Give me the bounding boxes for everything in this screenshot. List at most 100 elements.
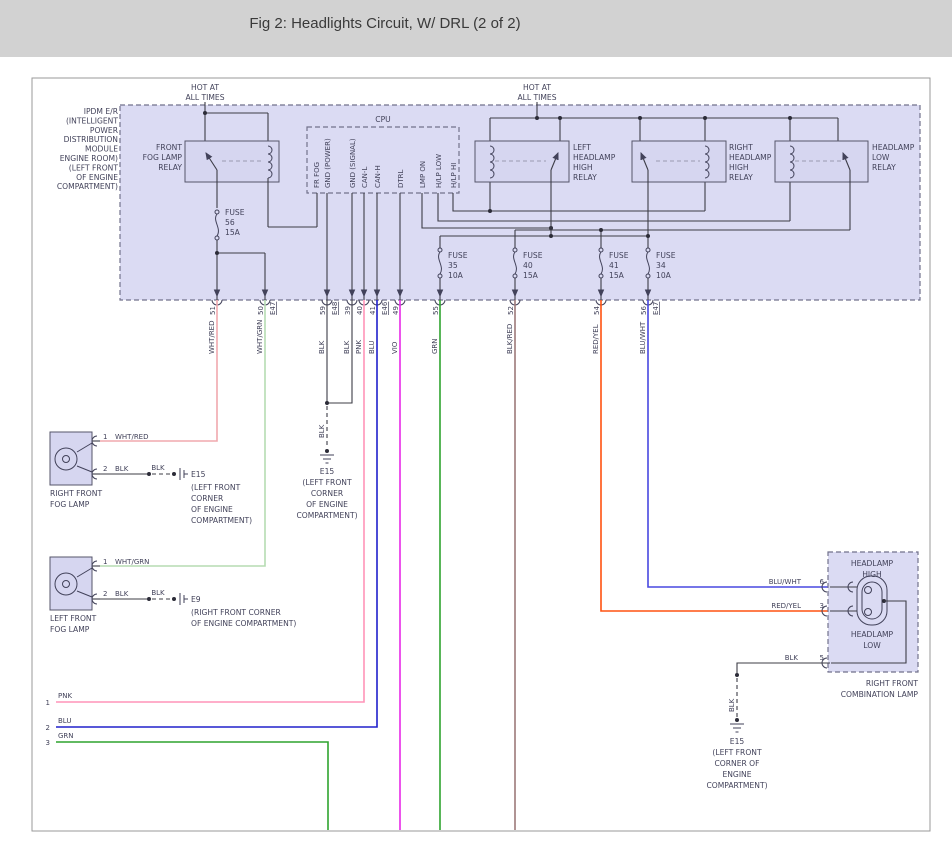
fog-lamp-name: LEFT FRONT [50, 614, 97, 623]
fog-lamp-name: RIGHT FRONT [50, 489, 102, 498]
stub2-num: 2 [46, 724, 50, 732]
svg-text:HEADLAMP: HEADLAMP [729, 153, 772, 162]
fog-lamp-box [49, 556, 93, 611]
svg-text:(INTELLIGENT: (INTELLIGENT [66, 116, 118, 125]
svg-text:RELAY: RELAY [158, 163, 182, 172]
pin5-wire: BLK [785, 654, 799, 662]
wire-blk-1: BLK [318, 340, 326, 354]
svg-text:FRONT: FRONT [156, 143, 182, 152]
svg-text:HIGH: HIGH [729, 163, 749, 172]
gnd-id: E15 [730, 737, 745, 746]
svg-text:IPDM E/R: IPDM E/R [84, 107, 119, 116]
cpu-title: CPU [375, 115, 390, 124]
svg-text:15A: 15A [523, 271, 539, 280]
fog-pin2-wire: BLK [115, 590, 129, 598]
fog-gnd-wire: BLK [151, 464, 165, 472]
gnd-id: E15 [320, 467, 335, 476]
wire-vio: VIO [391, 341, 399, 354]
pin-40: 40 [356, 306, 364, 315]
pin6-num: 6 [820, 578, 825, 586]
hot-at-all-times-1: HOT AT ALL TIMES [185, 83, 224, 102]
pin3-wire: RED/YEL [771, 602, 801, 610]
svg-text:FOG LAMP: FOG LAMP [50, 500, 90, 509]
svg-text:FUSE: FUSE [225, 208, 245, 217]
svg-text:ALL TIMES: ALL TIMES [185, 93, 224, 102]
svg-text:15A: 15A [609, 271, 625, 280]
svg-text:RELAY: RELAY [573, 173, 597, 182]
svg-text:41: 41 [609, 261, 619, 270]
svg-text:HEADLAMP: HEADLAMP [851, 559, 894, 568]
cpu-pin-hlplow: H/LP LOW [435, 154, 443, 188]
svg-text:(LEFT FRONT: (LEFT FRONT [191, 483, 241, 492]
ipdm-box [119, 104, 921, 301]
wire-grn: GRN [431, 338, 439, 354]
svg-text:POWER: POWER [90, 126, 119, 135]
svg-text:COMBINATION LAMP: COMBINATION LAMP [841, 690, 919, 699]
wire-blk-2: BLK [343, 340, 351, 354]
pin-52: 52 [507, 306, 515, 315]
svg-text:RIGHT: RIGHT [729, 143, 753, 152]
gnd-wire-blk: BLK [728, 698, 736, 712]
svg-text:40: 40 [523, 261, 533, 270]
svg-text:OF ENGINE: OF ENGINE [306, 500, 348, 509]
svg-text:OF ENGINE: OF ENGINE [191, 505, 233, 514]
svg-text:HEADLAMP: HEADLAMP [573, 153, 616, 162]
pin5-num: 5 [820, 654, 824, 662]
pin-59: 59 [319, 306, 327, 315]
svg-text:DISTRIBUTION: DISTRIBUTION [64, 135, 118, 144]
wire-blk-red: BLK/RED [506, 324, 514, 354]
svg-text:56: 56 [225, 218, 235, 227]
cpu-pin-canl: CAN-L [361, 167, 369, 188]
svg-text:ENGINE: ENGINE [722, 770, 751, 779]
svg-text:34: 34 [656, 261, 666, 270]
gnd-id: E15 [191, 470, 206, 479]
svg-text:HOT AT: HOT AT [191, 83, 219, 92]
svg-text:FUSE: FUSE [523, 251, 543, 260]
svg-text:CORNER: CORNER [191, 494, 224, 503]
wire-blu: BLU [368, 341, 376, 354]
connector-e48: E48 [331, 302, 339, 315]
svg-text:HIGH: HIGH [573, 163, 593, 172]
svg-text:(RIGHT FRONT CORNER: (RIGHT FRONT CORNER [191, 608, 282, 617]
cpu-pin-frfog: FR FOG [313, 162, 321, 188]
svg-text:FUSE: FUSE [609, 251, 629, 260]
svg-text:15A: 15A [225, 228, 241, 237]
svg-text:OF ENGINE COMPARTMENT): OF ENGINE COMPARTMENT) [191, 619, 296, 628]
gnd-id: E9 [191, 595, 201, 604]
pin-41: 41 [369, 306, 377, 315]
svg-text:LOW: LOW [872, 153, 890, 162]
svg-text:(LEFT FRONT: (LEFT FRONT [302, 478, 352, 487]
gnd-wire-blk: BLK [318, 424, 326, 438]
svg-text:LEFT: LEFT [573, 143, 591, 152]
fog-pin1-num: 1 [103, 433, 107, 441]
pin-56: 56 [640, 306, 648, 315]
wiring-diagram-viewer: Fig 2: Headlights Circuit, W/ DRL (2 of … [0, 0, 952, 849]
svg-text:COMPARTMENT): COMPARTMENT) [191, 516, 252, 525]
svg-text:FUSE: FUSE [656, 251, 676, 260]
stub3-label: GRN [58, 732, 74, 740]
svg-text:(LEFT FRONT: (LEFT FRONT [712, 748, 762, 757]
svg-text:RELAY: RELAY [729, 173, 753, 182]
fog-pin2-num: 2 [103, 465, 107, 473]
connector-e47: E47 [269, 302, 277, 315]
wire-blu-wht: BLU/WHT [639, 321, 647, 354]
pin-55: 55 [432, 306, 440, 315]
svg-text:35: 35 [448, 261, 458, 270]
pin3-num: 3 [820, 602, 824, 610]
svg-text:COMPARTMENT): COMPARTMENT) [57, 182, 118, 191]
page-title: Fig 2: Headlights Circuit, W/ DRL (2 of … [249, 15, 520, 32]
pin-39: 39 [344, 306, 352, 315]
fog-pin2-num: 2 [103, 590, 107, 598]
cpu-pin-dtrl: DTRL [397, 169, 405, 188]
wire-pnk: PNK [355, 340, 363, 354]
wire-wht-grn: WHT/GRN [256, 320, 264, 354]
pin-54: 54 [593, 306, 601, 315]
svg-text:COMPARTMENT): COMPARTMENT) [706, 781, 767, 790]
svg-text:HEADLAMP: HEADLAMP [872, 143, 915, 152]
diagram-canvas: Fig 2: Headlights Circuit, W/ DRL (2 of … [0, 0, 952, 832]
svg-text:CORNER: CORNER [311, 489, 344, 498]
svg-text:FUSE: FUSE [448, 251, 468, 260]
svg-text:CORNER OF: CORNER OF [714, 759, 759, 768]
svg-text:HOT AT: HOT AT [523, 83, 551, 92]
svg-text:10A: 10A [448, 271, 464, 280]
